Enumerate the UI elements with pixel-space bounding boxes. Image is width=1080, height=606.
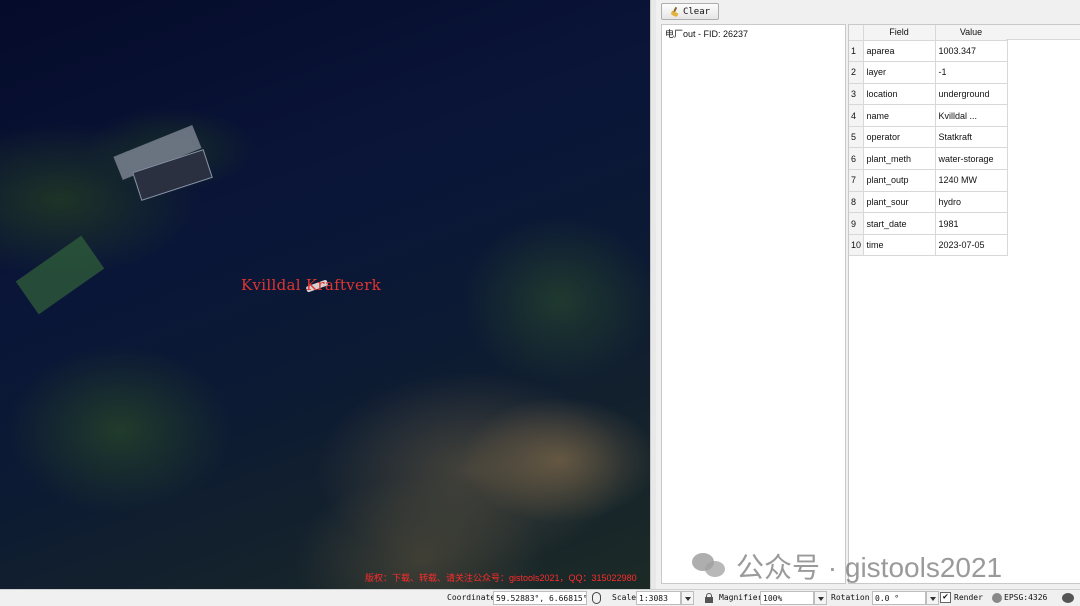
row-number: 1 xyxy=(849,40,864,63)
render-checkbox[interactable]: ✔ xyxy=(940,592,951,603)
value-cell: hydro xyxy=(935,191,1008,214)
value-cell: 1240 MW xyxy=(935,169,1008,192)
value-cell: Kvilldal ... xyxy=(935,104,1008,127)
magnifier-spinbox[interactable]: 100% xyxy=(760,591,814,605)
lock-icon[interactable] xyxy=(703,592,715,604)
table-header-row: Field Value xyxy=(849,25,1008,41)
row-number: 2 xyxy=(849,61,864,84)
identify-results-panel: Clear 电厂out - FID: 26237 Field Value 1 ap… xyxy=(656,0,1080,589)
table-row[interactable]: 9 start_date 1981 xyxy=(849,212,1008,235)
table-row[interactable]: 5 operator Statkraft xyxy=(849,126,1008,149)
table-row[interactable]: 8 plant_sour hydro xyxy=(849,191,1008,214)
globe-icon[interactable] xyxy=(992,593,1002,603)
value-cell: water-storage xyxy=(935,147,1008,171)
field-cell: plant_sour xyxy=(863,191,936,214)
feature-tree: 电厂out - FID: 26237 xyxy=(661,24,846,584)
field-cell: operator xyxy=(863,126,936,149)
row-number: 7 xyxy=(849,169,864,192)
clear-button-label: Clear xyxy=(682,6,711,17)
crs-label[interactable]: EPSG:4326 xyxy=(1004,593,1047,602)
attribute-rows: 1 aparea 1003.347 2 layer -1 3 location undergro… xyxy=(849,40,1008,257)
table-row[interactable]: 10 time 2023-07-05 xyxy=(849,234,1008,257)
field-cell: time xyxy=(863,234,936,257)
qgis-window: Kvilldal Kraftverk 版权：下载、转载、请关注公众号：gisto… xyxy=(0,0,1080,606)
clear-button[interactable]: Clear xyxy=(661,3,719,20)
row-number: 8 xyxy=(849,191,864,214)
wechat-icon xyxy=(692,551,728,581)
value-header[interactable]: Value xyxy=(935,25,1008,41)
scale-label: Scale xyxy=(612,593,637,602)
rotation-spinbox[interactable]: 0.0 ° xyxy=(872,591,926,605)
field-cell: layer xyxy=(863,61,936,84)
field-cell: plant_meth xyxy=(863,147,936,171)
status-bar: Coordinate 59.52883°, 6.66815° Scale 1:3… xyxy=(0,589,1080,606)
field-cell: location xyxy=(863,83,936,106)
field-cell: name xyxy=(863,104,936,127)
rotation-label: Rotation xyxy=(831,593,870,602)
row-number: 6 xyxy=(849,147,864,171)
scale-combo[interactable]: 1:3083 xyxy=(636,591,681,605)
row-number: 3 xyxy=(849,83,864,106)
map-feature-label: Kvilldal Kraftverk xyxy=(241,276,382,294)
attribute-table-container: Field Value 1 aparea 1003.347 2 layer -1 3 loca… xyxy=(848,24,1080,584)
table-row[interactable]: 2 layer -1 xyxy=(849,61,1008,84)
table-row[interactable]: 7 plant_outp 1240 MW xyxy=(849,169,1008,192)
table-header-filler xyxy=(1006,25,1080,40)
magnifier-label: Magnifier xyxy=(719,593,763,602)
field-cell: plant_outp xyxy=(863,169,936,192)
broom-icon xyxy=(670,7,680,17)
row-number: 4 xyxy=(849,104,864,127)
attribute-table: Field Value 1 aparea 1003.347 2 layer -1 3 loca… xyxy=(849,25,1008,257)
table-row[interactable]: 1 aparea 1003.347 xyxy=(849,40,1008,63)
magnifier-stepper[interactable] xyxy=(814,591,827,605)
value-cell: -1 xyxy=(935,61,1008,84)
value-cell: 1003.347 xyxy=(935,40,1008,63)
tree-item-feature[interactable]: 电厂out - FID: 26237 xyxy=(665,27,748,40)
row-number-header xyxy=(849,25,864,41)
rotation-stepper[interactable] xyxy=(926,591,939,605)
coordinate-field[interactable]: 59.52883°, 6.66815° xyxy=(493,591,587,605)
table-row[interactable]: 4 name Kvilldal ... xyxy=(849,104,1008,127)
map-canvas[interactable]: Kvilldal Kraftverk 版权：下载、转载、请关注公众号：gisto… xyxy=(0,0,650,589)
value-cell: Statkraft xyxy=(935,126,1008,149)
shoreline xyxy=(15,235,105,315)
wechat-watermark: 公众号 · gistools2021 xyxy=(692,546,1002,586)
mouse-icon[interactable] xyxy=(592,592,601,604)
wechat-watermark-text: 公众号 · gistools2021 xyxy=(736,552,1003,583)
messages-icon[interactable] xyxy=(1062,593,1074,603)
field-cell: aparea xyxy=(863,40,936,63)
row-number: 9 xyxy=(849,212,864,235)
table-row[interactable]: 3 location underground xyxy=(849,83,1008,106)
field-header[interactable]: Field xyxy=(863,25,936,41)
copyright-watermark: 版权：下载、转载、请关注公众号：gistools2021，QQ：31502298… xyxy=(365,573,637,583)
value-cell: 1981 xyxy=(935,212,1008,235)
scale-dropdown-arrow[interactable] xyxy=(681,591,694,605)
row-number: 5 xyxy=(849,126,864,149)
field-cell: start_date xyxy=(863,212,936,235)
row-number: 10 xyxy=(849,234,864,257)
table-row[interactable]: 6 plant_meth water-storage xyxy=(849,147,1008,171)
render-label: Render xyxy=(954,593,983,602)
value-cell: 2023-07-05 xyxy=(935,234,1008,257)
coordinate-label: Coordinate xyxy=(447,593,496,602)
value-cell: underground xyxy=(935,83,1008,106)
